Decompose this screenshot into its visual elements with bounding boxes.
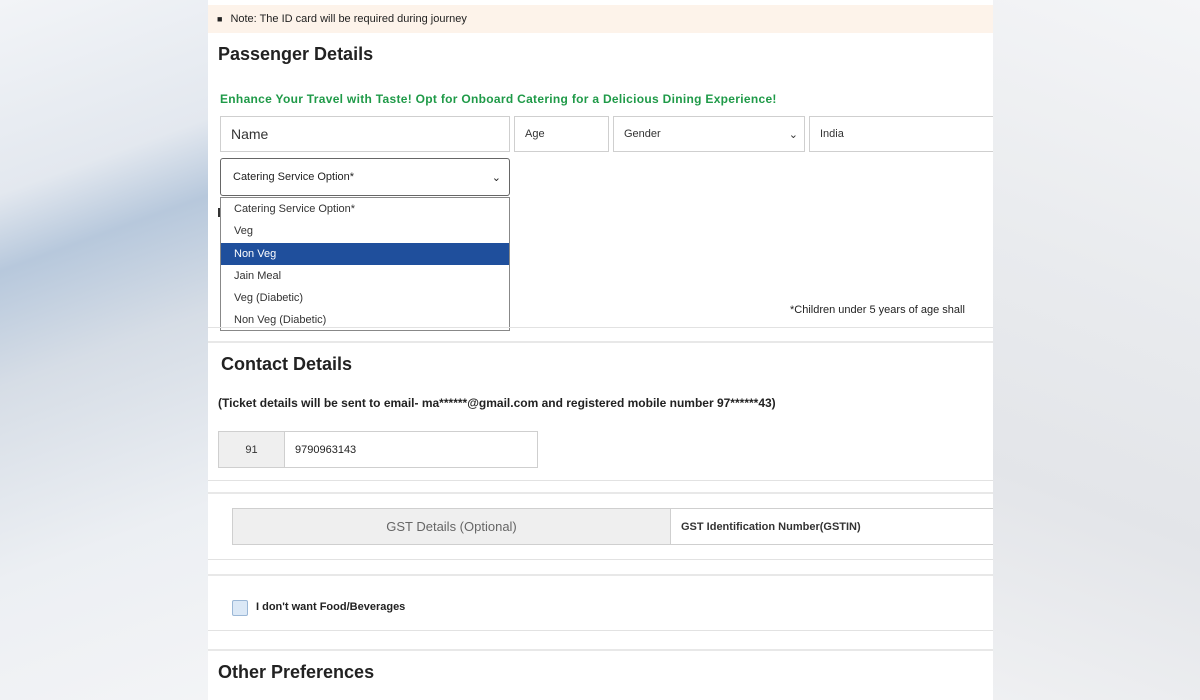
passenger-age-input[interactable]: Age bbox=[514, 116, 609, 152]
chevron-down-icon: ⌄ bbox=[788, 128, 798, 141]
background-left bbox=[0, 0, 208, 700]
catering-option[interactable]: Catering Service Option* bbox=[221, 198, 509, 220]
name-placeholder: Name bbox=[231, 126, 269, 142]
catering-select[interactable]: Catering Service Option* ⌄ bbox=[220, 158, 510, 196]
divider bbox=[208, 574, 993, 576]
country-value: India bbox=[820, 128, 844, 140]
passenger-details-title: Passenger Details bbox=[218, 44, 374, 64]
country-code-field: 91 bbox=[218, 431, 285, 468]
no-food-label: I don't want Food/Beverages bbox=[256, 601, 406, 613]
nationality-select[interactable]: India bbox=[809, 116, 993, 152]
age-placeholder: Age bbox=[525, 128, 545, 140]
contact-details-title: Contact Details bbox=[221, 354, 353, 374]
gender-value: Gender bbox=[624, 128, 661, 140]
gstin-input[interactable]: GST Identification Number(GSTIN) bbox=[671, 508, 993, 545]
mobile-number-value: 9790963143 bbox=[295, 443, 357, 456]
id-card-note: ■ Note: The ID card will be required dur… bbox=[208, 5, 993, 33]
note-text: Note: The ID card will be required durin… bbox=[230, 13, 467, 25]
divider bbox=[208, 492, 993, 494]
catering-promo-text: Enhance Your Travel with Taste! Opt for … bbox=[220, 92, 777, 106]
divider bbox=[208, 630, 993, 631]
catering-option-non-veg[interactable]: Non Veg bbox=[221, 242, 509, 265]
other-preferences-title: Other Preferences bbox=[218, 662, 375, 682]
chevron-down-icon: ⌄ bbox=[491, 171, 501, 184]
booking-form: ■ Note: The ID card will be required dur… bbox=[208, 0, 993, 700]
divider bbox=[208, 480, 993, 481]
background-right bbox=[993, 0, 1200, 700]
no-food-checkbox[interactable] bbox=[232, 600, 248, 616]
gstin-placeholder: GST Identification Number(GSTIN) bbox=[681, 520, 861, 533]
gst-details-label: GST Details (Optional) bbox=[232, 508, 671, 545]
divider bbox=[208, 649, 993, 651]
catering-option-non-veg-diabetic[interactable]: Non Veg (Diabetic) bbox=[221, 309, 509, 331]
gender-select[interactable]: Gender ⌄ bbox=[613, 116, 805, 152]
catering-option-veg[interactable]: Veg bbox=[221, 220, 509, 242]
divider bbox=[208, 559, 993, 560]
catering-value: Catering Service Option* bbox=[233, 171, 355, 183]
passenger-name-input[interactable]: Name bbox=[220, 116, 510, 152]
mobile-number-input[interactable]: 9790963143 bbox=[285, 431, 538, 468]
divider bbox=[208, 341, 993, 343]
catering-option-jain-meal[interactable]: Jain Meal bbox=[221, 265, 509, 287]
catering-option-veg-diabetic[interactable]: Veg (Diabetic) bbox=[221, 287, 509, 309]
gst-label-text: GST Details (Optional) bbox=[386, 519, 517, 534]
divider bbox=[208, 327, 993, 328]
catering-dropdown-list: Catering Service Option* Veg Non Veg Jai… bbox=[220, 197, 510, 331]
children-age-note: *Children under 5 years of age shall bbox=[790, 304, 965, 316]
bullet-icon: ■ bbox=[217, 14, 223, 24]
ticket-delivery-info: (Ticket details will be sent to email- m… bbox=[218, 396, 776, 410]
country-code-value: 91 bbox=[245, 443, 258, 456]
